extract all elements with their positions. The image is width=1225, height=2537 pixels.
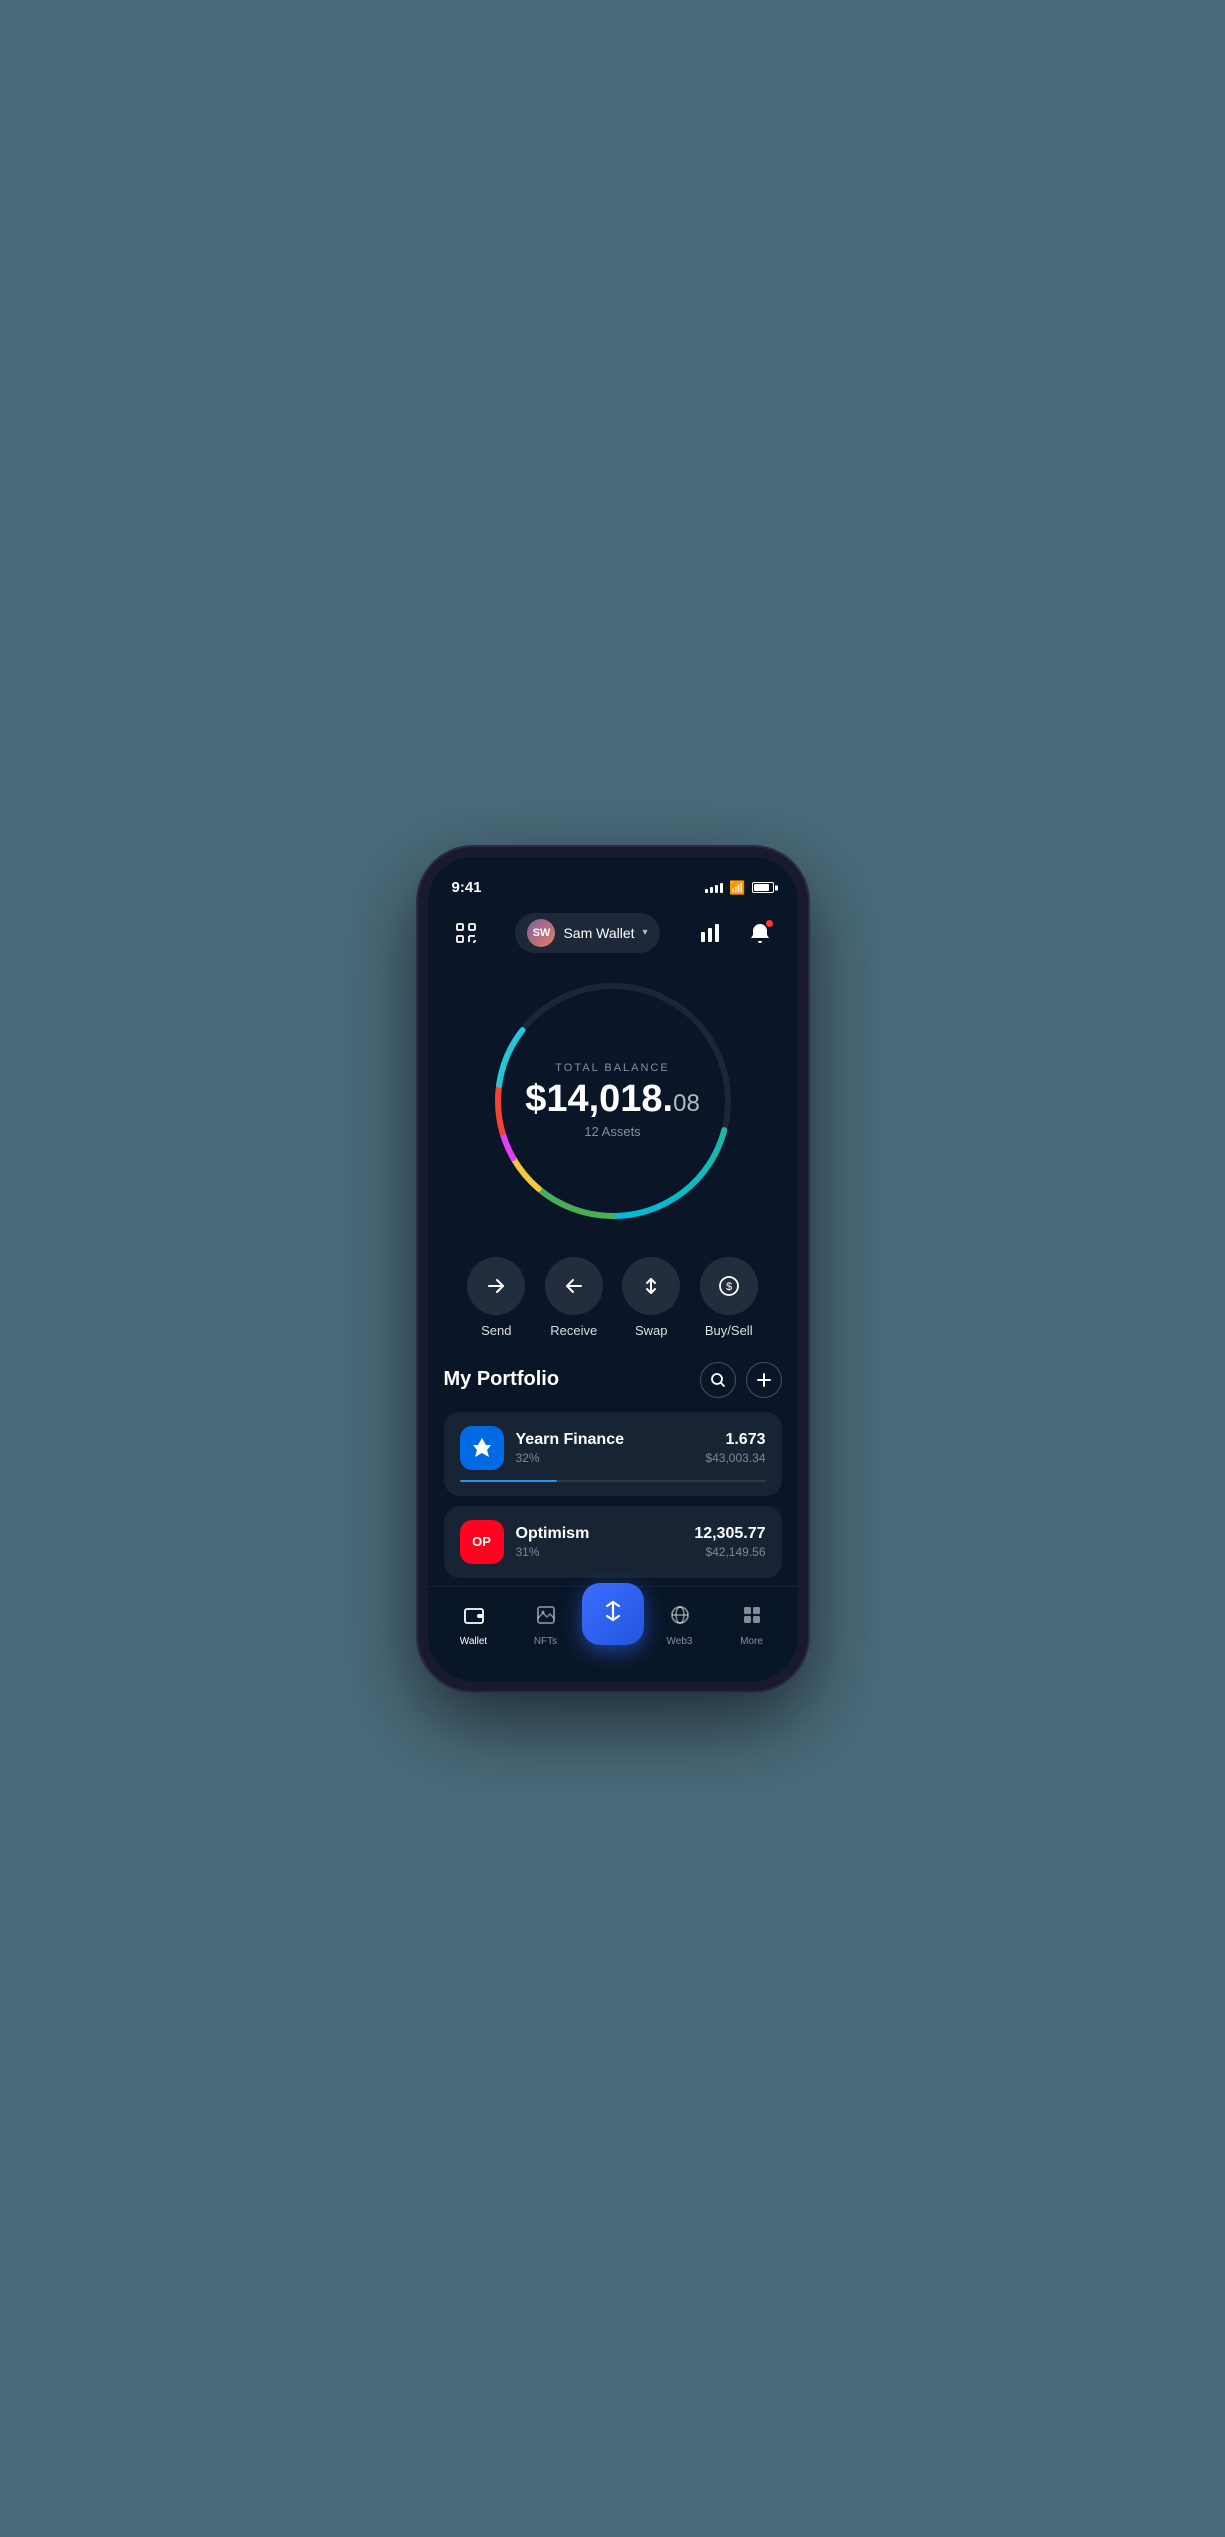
- avatar: SW: [527, 919, 555, 947]
- more-nav-icon: [741, 1604, 763, 1632]
- balance-info: TOTAL BALANCE $14,018.08 12 Assets: [525, 1062, 700, 1139]
- chevron-down-icon: ▾: [643, 927, 648, 938]
- yearn-finance-usd: $43,003.34: [705, 1451, 765, 1465]
- action-buttons: Send Receive: [428, 1241, 798, 1354]
- asset-row-optimism: OP Optimism 31% 12,305.77 $42,149.56: [460, 1520, 766, 1564]
- balance-amount: $14,018.08: [525, 1080, 700, 1118]
- yearn-finance-icon: [460, 1426, 504, 1470]
- receive-label: Receive: [550, 1323, 597, 1338]
- asset-row-yearn: Yearn Finance 32% 1.673 $43,003.34: [460, 1426, 766, 1470]
- optimism-usd: $42,149.56: [694, 1545, 765, 1559]
- swap-button[interactable]: Swap: [622, 1257, 680, 1338]
- optimism-name: Optimism: [516, 1525, 683, 1543]
- portfolio-title: My Portfolio: [444, 1368, 560, 1391]
- yearn-finance-values: 1.673 $43,003.34: [705, 1431, 765, 1465]
- nav-item-nfts[interactable]: NFTs: [510, 1604, 582, 1647]
- status-time: 9:41: [452, 879, 482, 896]
- balance-section: TOTAL BALANCE $14,018.08 12 Assets: [428, 961, 798, 1241]
- optimism-pct: 31%: [516, 1545, 683, 1559]
- notification-dot: [765, 919, 774, 928]
- swap-icon: [622, 1257, 680, 1315]
- phone-screen: 9:41 📶: [428, 857, 798, 1681]
- portfolio-search-button[interactable]: [700, 1362, 736, 1398]
- top-nav-right: [692, 915, 778, 951]
- portfolio-section: My Portfolio: [428, 1354, 798, 1586]
- chart-icon-button[interactable]: [692, 915, 728, 951]
- status-icons: 📶: [705, 880, 773, 896]
- wallet-selector[interactable]: SW Sam Wallet ▾: [515, 913, 659, 953]
- portfolio-add-button[interactable]: [746, 1362, 782, 1398]
- yearn-finance-progress-fill: [460, 1480, 558, 1482]
- balance-circle: TOTAL BALANCE $14,018.08 12 Assets: [483, 971, 743, 1231]
- signal-bars-icon: [705, 883, 723, 893]
- scan-icon[interactable]: [448, 915, 484, 951]
- balance-label: TOTAL BALANCE: [525, 1062, 700, 1074]
- swap-label: Swap: [635, 1323, 668, 1338]
- optimism-icon: OP: [460, 1520, 504, 1564]
- buysell-label: Buy/Sell: [705, 1323, 753, 1338]
- center-swap-button[interactable]: [582, 1583, 644, 1645]
- nav-item-wallet[interactable]: Wallet: [438, 1604, 510, 1647]
- optimism-values: 12,305.77 $42,149.56: [694, 1525, 765, 1559]
- yearn-finance-amount: 1.673: [705, 1431, 765, 1449]
- buysell-button[interactable]: $ Buy/Sell: [700, 1257, 758, 1338]
- bottom-nav: Wallet NFTs: [428, 1586, 798, 1681]
- nfts-nav-label: NFTs: [534, 1636, 557, 1647]
- asset-card-optimism[interactable]: OP Optimism 31% 12,305.77 $42,149.56: [444, 1506, 782, 1578]
- nav-item-web3[interactable]: Web3: [644, 1604, 716, 1647]
- balance-assets: 12 Assets: [525, 1124, 700, 1139]
- receive-button[interactable]: Receive: [545, 1257, 603, 1338]
- portfolio-header: My Portfolio: [444, 1362, 782, 1398]
- center-swap-icon: [600, 1598, 626, 1630]
- send-label: Send: [481, 1323, 511, 1338]
- nfts-nav-icon: [535, 1604, 557, 1632]
- yearn-finance-name: Yearn Finance: [516, 1431, 694, 1449]
- phone-frame: 9:41 📶: [418, 847, 808, 1691]
- web3-nav-label: Web3: [667, 1636, 693, 1647]
- wifi-icon: 📶: [729, 880, 745, 896]
- receive-icon: [545, 1257, 603, 1315]
- yearn-finance-progress-bar: [460, 1480, 766, 1482]
- yearn-finance-info: Yearn Finance 32%: [516, 1431, 694, 1465]
- svg-text:$: $: [726, 1281, 732, 1293]
- optimism-amount: 12,305.77: [694, 1525, 765, 1543]
- asset-card-yearn[interactable]: Yearn Finance 32% 1.673 $43,003.34: [444, 1412, 782, 1496]
- send-button[interactable]: Send: [467, 1257, 525, 1338]
- web3-nav-icon: [669, 1604, 691, 1632]
- wallet-nav-icon: [463, 1604, 485, 1632]
- send-icon: [467, 1257, 525, 1315]
- battery-icon: [752, 882, 774, 893]
- notch: [553, 857, 673, 891]
- buysell-icon: $: [700, 1257, 758, 1315]
- wallet-name: Sam Wallet: [563, 925, 634, 941]
- wallet-nav-label: Wallet: [460, 1636, 487, 1647]
- bell-icon-button[interactable]: [742, 915, 778, 951]
- top-nav: SW Sam Wallet ▾: [428, 905, 798, 961]
- yearn-finance-pct: 32%: [516, 1451, 694, 1465]
- portfolio-actions: [700, 1362, 782, 1398]
- more-nav-label: More: [740, 1636, 763, 1647]
- nav-item-more[interactable]: More: [716, 1604, 788, 1647]
- optimism-info: Optimism 31%: [516, 1525, 683, 1559]
